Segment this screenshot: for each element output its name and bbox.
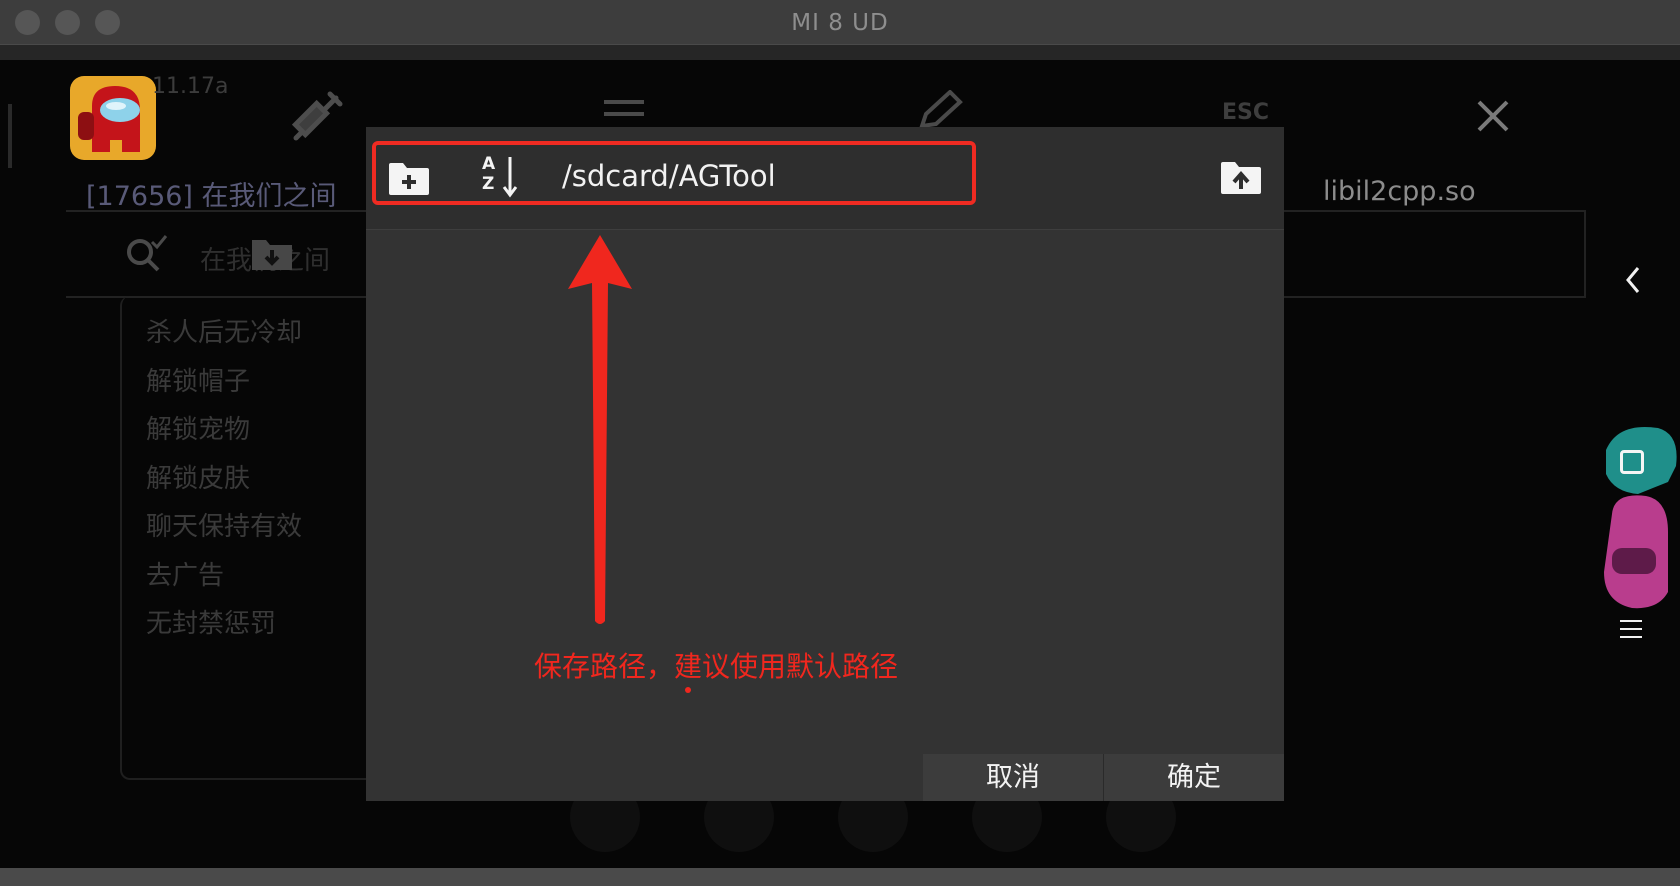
menu-item[interactable]: 聊天保持有效: [146, 506, 402, 555]
menu-item[interactable]: 解锁宠物: [146, 409, 402, 458]
process-label: [17656] 在我们之间: [86, 181, 337, 212]
device-top-bar: [0, 44, 1680, 61]
library-label: libil2cpp.so: [1323, 176, 1476, 207]
confirm-button[interactable]: 确定: [1104, 754, 1284, 801]
menu-icon[interactable]: [604, 100, 644, 124]
edge-indicator: [8, 104, 12, 168]
menu-item[interactable]: 去广告: [146, 555, 402, 604]
annotation-dot: [685, 687, 691, 693]
cancel-button[interactable]: 取消: [923, 754, 1104, 801]
file-chooser-dialog: A Z /sdcard/AGTool 保存路径，建议使用默认路径 取消 确定: [366, 127, 1284, 801]
cheat-menu-panel: 杀人后无冷却 解锁帽子 解锁宠物 解锁皮肤 聊天保持有效 去广告 无封禁惩罚: [120, 296, 404, 780]
dialog-header: A Z /sdcard/AGTool: [366, 127, 1284, 230]
menu-item[interactable]: 解锁帽子: [146, 361, 402, 410]
menu-item[interactable]: 无封禁惩罚: [146, 603, 402, 652]
annotation-arrow: [564, 233, 636, 631]
square-home-icon[interactable]: [1620, 450, 1644, 474]
esc-button[interactable]: ESC: [1222, 100, 1269, 125]
annotation-text: 保存路径，建议使用默认路径: [534, 650, 899, 683]
close-icon[interactable]: [1475, 98, 1511, 138]
syringe-icon[interactable]: [286, 88, 346, 152]
folder-up-icon[interactable]: [1220, 161, 1262, 199]
chevron-left-icon[interactable]: [1622, 264, 1642, 300]
search-icon[interactable]: [124, 232, 172, 280]
menu-item[interactable]: 解锁皮肤: [146, 458, 402, 507]
version-label: 11.17a: [152, 74, 229, 99]
menu-item[interactable]: 杀人后无冷却: [146, 312, 402, 361]
path-highlight-box: [372, 141, 976, 205]
app-avatar: [70, 76, 156, 160]
hamburger-menu-icon[interactable]: [1620, 620, 1642, 638]
window-bottom-bar: [0, 868, 1680, 886]
window-titlebar: MI 8 UD: [0, 0, 1680, 44]
window-title: MI 8 UD: [791, 10, 889, 36]
download-folder-icon[interactable]: [250, 236, 294, 276]
